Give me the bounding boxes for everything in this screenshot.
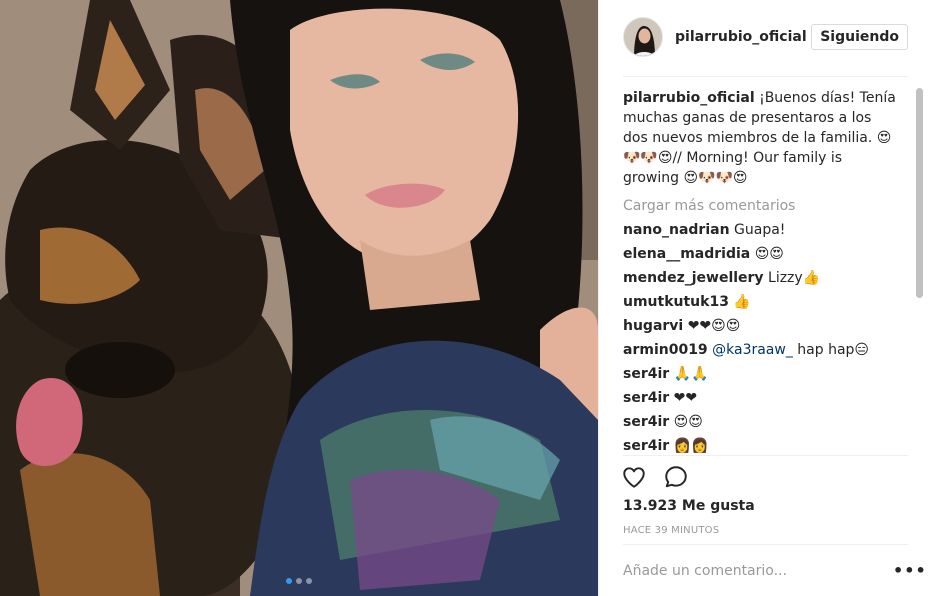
carousel-dot[interactable] — [306, 578, 312, 584]
post-photo[interactable] — [0, 0, 598, 596]
comment-username[interactable]: elena__madridia — [623, 246, 750, 262]
divider — [623, 76, 908, 77]
following-button[interactable]: Siguiendo — [811, 24, 908, 50]
list-item: mendez_jewellery Lizzy👍 — [623, 268, 923, 288]
comment-username[interactable]: ser4ir — [623, 438, 669, 454]
comment-username[interactable]: nano_nadrian — [623, 222, 730, 238]
list-item: ser4ir ❤❤ — [623, 388, 923, 408]
post-actions — [621, 464, 689, 490]
list-item: armin0019 @ka3raaw_ hap hap😑 — [623, 340, 923, 360]
comment-username[interactable]: ser4ir — [623, 366, 669, 382]
comment-text: ❤❤ — [673, 390, 698, 406]
comment-username[interactable]: umutkutuk13 — [623, 294, 729, 310]
divider — [623, 455, 908, 456]
list-item: umutkutuk13 👍 — [623, 292, 923, 312]
carousel-dot[interactable] — [296, 578, 302, 584]
list-item: ser4ir 👩👩 — [623, 436, 923, 454]
divider — [623, 544, 908, 545]
post-timestamp[interactable]: HACE 39 MINUTOS — [623, 525, 719, 536]
comments-list[interactable]: pilarrubio_oficial ¡Buenos días! Tenía m… — [623, 88, 923, 454]
heart-icon[interactable] — [621, 464, 647, 490]
comment-username[interactable]: mendez_jewellery — [623, 270, 764, 286]
comment-username[interactable]: hugarvi — [623, 318, 683, 334]
comments-scrollbar[interactable] — [916, 88, 923, 298]
list-item: ser4ir 🙏🙏 — [623, 364, 923, 384]
comment-text: Lizzy👍 — [768, 270, 821, 286]
avatar[interactable] — [623, 17, 663, 57]
photo-illustration — [0, 0, 598, 596]
carousel-dot-active[interactable] — [286, 578, 292, 584]
comment-text: 😍😍 — [754, 246, 784, 262]
list-item: nano_nadrian Guapa! — [623, 220, 923, 240]
comment-username[interactable]: ser4ir — [623, 390, 669, 406]
caption: pilarrubio_oficial ¡Buenos días! Tenía m… — [623, 88, 898, 188]
comment-text: 👩👩 — [673, 438, 709, 454]
comment-bubble-icon[interactable] — [663, 464, 689, 490]
comment-text: Guapa! — [734, 222, 786, 238]
comment-text: 👍 — [733, 294, 751, 310]
more-options-icon[interactable]: ••• — [893, 563, 927, 579]
list-item: hugarvi ❤❤😍😍 — [623, 316, 923, 336]
comment-text: 😍😍 — [673, 414, 703, 430]
post-header: pilarrubio_oficial Siguiendo — [623, 16, 908, 58]
carousel-indicator — [0, 578, 598, 584]
list-item: ser4ir 😍😍 — [623, 412, 923, 432]
caption-username[interactable]: pilarrubio_oficial — [623, 90, 755, 106]
post-side-panel: pilarrubio_oficial Siguiendo pilarrubio_… — [598, 0, 931, 596]
likes-count[interactable]: 13.923 Me gusta — [623, 498, 755, 514]
comment-text: 🙏🙏 — [673, 366, 709, 382]
list-item: elena__madridia 😍😍 — [623, 244, 923, 264]
comment-username[interactable]: ser4ir — [623, 414, 669, 430]
comment-text: hap hap😑 — [792, 342, 870, 358]
comment-username[interactable]: armin0019 — [623, 342, 708, 358]
add-comment-input[interactable] — [623, 558, 883, 584]
comment-mention-link[interactable]: @ka3raaw_ — [712, 342, 793, 358]
header-username[interactable]: pilarrubio_oficial — [675, 29, 807, 45]
comment-text: ❤❤😍😍 — [687, 318, 741, 334]
load-more-comments-link[interactable]: Cargar más comentarios — [623, 196, 923, 216]
